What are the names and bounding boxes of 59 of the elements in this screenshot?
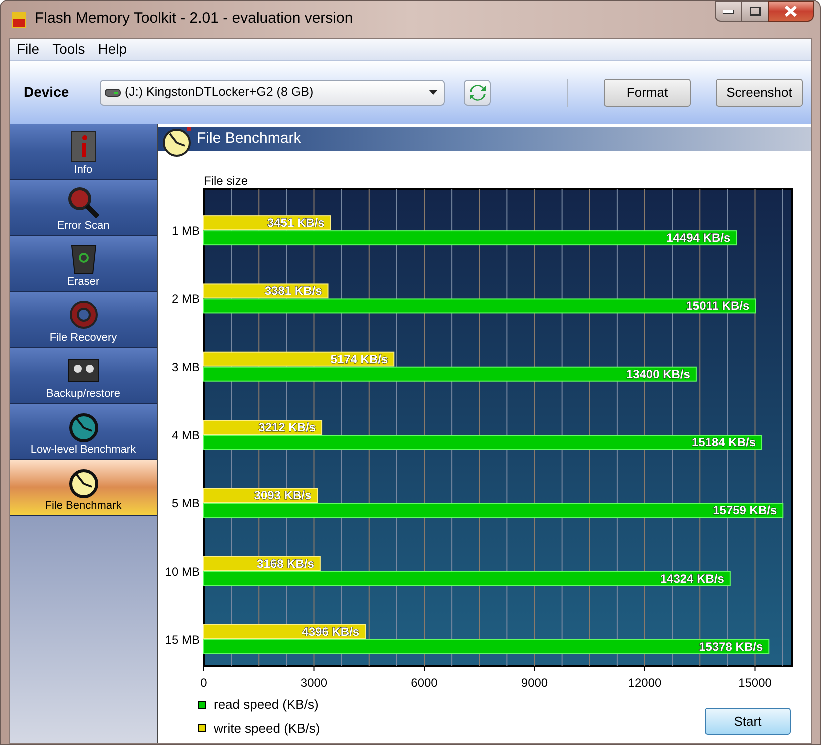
value-label: 3168 KB/s [257,556,314,571]
value-label: 14324 KB/s [660,572,724,586]
tick-label: 12000 [628,676,662,690]
sidebar-item[interactable]: File Benchmark [10,460,157,516]
category-label: 4 MB [172,428,200,442]
value-label: 3212 KB/s [258,420,316,434]
sidebar-item[interactable]: Info [10,124,157,180]
window-title: Flash Memory Toolkit - 2.01 - evaluation version [35,9,354,30]
maximize-button[interactable] [742,1,768,22]
sidebar-item[interactable]: Low-level Benchmark [10,404,157,460]
toolbar-button[interactable]: Format [604,78,691,106]
menu-item[interactable]: Tools [52,39,86,60]
sidebar-item[interactable]: Error Scan [10,180,157,236]
category-label: 5 MB [172,496,200,511]
value-label: 14494 KB/s [666,231,731,246]
refresh-icon [468,84,486,102]
category-label: 3 MB [172,360,200,374]
minimize-icon [723,10,734,14]
minimize-button[interactable] [715,1,742,22]
value-label: 15011 KB/s [686,299,750,314]
category-label: 10 MB [165,564,200,579]
tick-label: 0 [200,676,208,690]
value-label: 3381 KB/s [264,284,322,298]
menu-item[interactable]: File [17,39,40,60]
value-label: 5174 KB/s [330,352,388,366]
value-label: 15378 KB/s [699,640,764,654]
sidebar-item[interactable]: Backup/restore [10,348,157,404]
category-label: 1 MB [172,224,200,238]
value-label: 15184 KB/s [692,436,756,450]
legend-label: write speed (KB/s) [214,720,320,738]
drive-icon [105,88,121,96]
tick-label: 6000 [411,676,438,690]
category-label: 2 MB [172,292,200,306]
category-label: 15 MB [165,632,200,647]
panel-title: File Benchmark [197,128,302,149]
sidebar-item[interactable]: File Recovery [10,292,157,348]
value-label: 3093 KB/s [254,488,312,503]
menu-item[interactable]: Help [98,39,128,60]
legend-label: read speed (KB/s) [214,696,319,714]
start-button[interactable]: Start [705,708,791,735]
value-label: 3451 KB/s [267,216,325,230]
value-label: 13400 KB/s [626,367,690,382]
close-icon [785,6,797,17]
value-label: 15759 KB/s [713,504,778,518]
refresh-button[interactable] [464,80,491,106]
close-button[interactable] [768,1,814,22]
tick-label: 9000 [521,676,548,690]
tick-label: 3000 [300,676,328,690]
caret-icon [429,90,438,95]
app-icon [11,10,27,28]
tick-label: 15000 [738,676,772,690]
sidebar-item[interactable]: Eraser [10,236,157,292]
value-label: 4396 KB/s [302,624,360,639]
toolbar-button[interactable]: Screenshot [716,78,803,106]
magnifier-icon [66,186,102,220]
maximize-icon [750,7,760,16]
device-label: Device [24,83,70,102]
axis-title: File size [204,174,248,188]
device-dropdown[interactable]: (J:) KingstonDTLocker+G2 (8 GB) [100,80,445,106]
